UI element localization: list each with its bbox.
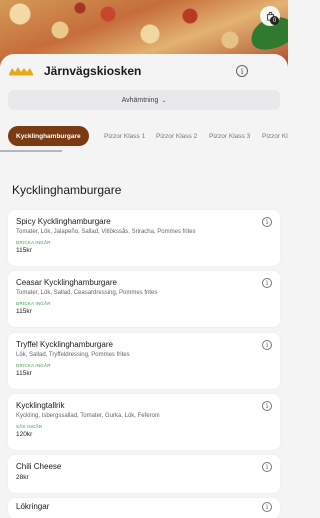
menu-item-tag: DRICKA INGÅR bbox=[16, 301, 51, 306]
menu-item-price: 115kr bbox=[16, 308, 32, 315]
tab-pizzor-klass-4[interactable]: Pizzor Kla bbox=[262, 126, 288, 146]
info-icon[interactable]: i bbox=[262, 462, 272, 472]
menu-item-price: 28kr bbox=[16, 474, 29, 481]
tab-pizzor-klass-3[interactable]: Pizzor Klass 3 bbox=[209, 126, 250, 146]
menu-item-tag: SÅS INGÅR bbox=[16, 424, 43, 429]
pickup-mode-label: Avhämtning bbox=[121, 96, 159, 104]
menu-item-price: 120kr bbox=[16, 431, 33, 438]
menu-item-card[interactable]: Kycklingtallrik Kyckling, Isbergssallad,… bbox=[8, 394, 280, 450]
section-title: Kycklinghamburgare bbox=[12, 183, 122, 197]
menu-item-tag: DRICKA INGÅR bbox=[16, 240, 51, 245]
tab-scroll-indicator bbox=[0, 150, 62, 152]
menu-item-price: 115kr bbox=[16, 247, 32, 254]
menu-item-title: Ceasar Kycklinghamburgare bbox=[16, 278, 117, 287]
menu-item-description: Kyckling, Isbergssallad, Tomater, Gurka,… bbox=[16, 413, 160, 419]
menu-item-card[interactable]: Chili Cheese 28kr i bbox=[8, 455, 280, 493]
menu-item-title: Kycklingtallrik bbox=[16, 401, 65, 410]
menu-item-card[interactable]: Ceasar Kycklinghamburgare Tomater, Lök, … bbox=[8, 271, 280, 327]
info-icon[interactable]: i bbox=[262, 401, 272, 411]
store-info-icon[interactable]: i bbox=[236, 65, 248, 77]
menu-item-description: Tomater, Lök, Sallad, Ceasardressing, Po… bbox=[16, 290, 158, 296]
menu-item-card[interactable]: Tryffel Kycklinghamburgare Lök, Sallad, … bbox=[8, 333, 280, 389]
tab-pizzor-klass-1[interactable]: Pizzor Klass 1 bbox=[104, 126, 145, 146]
menu-item-description: Lök, Sallad, Tryffeldressing, Pommes fri… bbox=[16, 352, 130, 358]
info-icon[interactable]: i bbox=[262, 502, 272, 512]
tab-pizzor-klass-2[interactable]: Pizzor Klass 2 bbox=[156, 126, 197, 146]
cart-count-badge: 0 bbox=[270, 16, 279, 25]
menu-item-title: Lökringar bbox=[16, 502, 50, 511]
store-name: Järnvägskiosken bbox=[44, 64, 142, 78]
chevron-down-icon: ⌄ bbox=[161, 97, 167, 104]
menu-item-price: 115kr bbox=[16, 370, 32, 377]
pickup-mode-selector[interactable]: Avhämtning ⌄ bbox=[8, 90, 280, 110]
menu-item-card[interactable]: Lökringar i bbox=[8, 498, 280, 518]
category-tabs: Kycklinghamburgare Pizzor Klass 1 Pizzor… bbox=[0, 126, 288, 150]
menu-item-title: Chili Cheese bbox=[16, 462, 62, 471]
logo-crown-icon bbox=[9, 67, 33, 76]
tab-kycklinghamburgare[interactable]: Kycklinghamburgare bbox=[8, 126, 89, 146]
info-icon[interactable]: i bbox=[262, 278, 272, 288]
menu-item-title: Tryffel Kycklinghamburgare bbox=[16, 340, 113, 349]
info-icon[interactable]: i bbox=[262, 340, 272, 350]
menu-item-card[interactable]: Spicy Kycklinghamburgare Tomater, Lök, J… bbox=[8, 210, 280, 266]
info-icon[interactable]: i bbox=[262, 217, 272, 227]
menu-item-description: Tomater, Lök, Jalapeño, Sallad, Vitlökss… bbox=[16, 229, 196, 235]
menu-item-title: Spicy Kycklinghamburgare bbox=[16, 217, 111, 226]
menu-item-tag: DRICKA INGÅR bbox=[16, 363, 51, 368]
